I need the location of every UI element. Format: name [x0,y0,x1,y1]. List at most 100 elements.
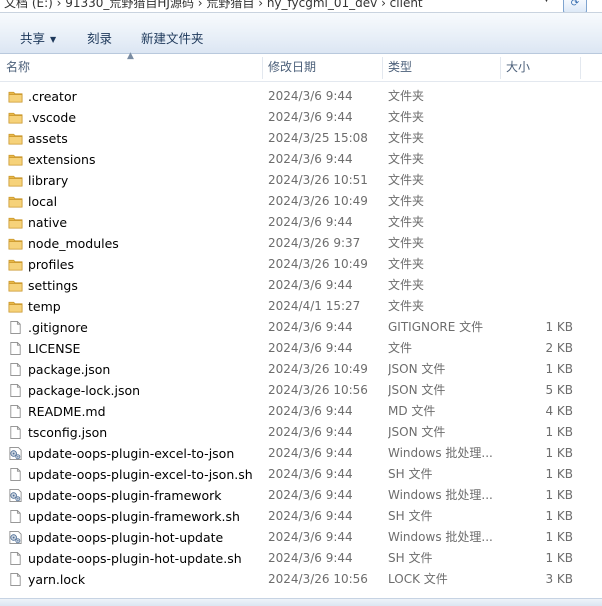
file-modified-date: 2024/3/6 9:44 [268,404,353,418]
file-name: assets [28,131,68,146]
file-name: profiles [28,257,74,272]
file-row[interactable]: .creator 2024/3/6 9:44 文件夹 [0,86,590,107]
file-name: update-oops-plugin-hot-update.sh [28,551,242,566]
file-name: update-oops-plugin-excel-to-json [28,446,235,461]
share-label: 共享 [20,31,46,46]
file-type: Windows 批处理... [388,530,493,544]
file-type: JSON 文件 [388,383,446,397]
file-row[interactable]: settings 2024/3/6 9:44 文件夹 [0,275,590,296]
command-toolbar: 共享 ▼ 刻录 新建文件夹 [0,13,602,54]
file-type: 文件夹 [388,110,425,124]
file-size [500,170,573,191]
file-size: 2 KB [545,341,573,355]
file-row[interactable]: tsconfig.json 2024/3/6 9:44 JSON 文件 1 KB [0,422,590,443]
file-row[interactable]: temp 2024/4/1 15:27 文件夹 [0,296,590,317]
file-size [500,86,573,107]
file-row[interactable]: yarn.lock 2024/3/26 10:56 LOCK 文件 3 KB [0,569,590,590]
file-modified-date: 2024/3/6 9:44 [268,215,353,229]
file-icon [8,551,23,566]
file-icon [8,467,23,482]
file-row[interactable]: native 2024/3/6 9:44 文件夹 [0,212,590,233]
file-modified-date: 2024/3/6 9:44 [268,152,353,166]
file-modified-date: 2024/4/1 15:27 [268,299,361,313]
file-row[interactable]: extensions 2024/3/6 9:44 文件夹 [0,149,590,170]
file-row[interactable]: .vscode 2024/3/6 9:44 文件夹 [0,107,590,128]
file-type: LOCK 文件 [388,572,448,586]
file-type: MD 文件 [388,404,436,418]
file-size [500,254,573,275]
file-row[interactable]: update-oops-plugin-hot-update 2024/3/6 9:… [0,527,590,548]
file-name: package.json [28,362,111,377]
file-icon [8,404,23,419]
file-row[interactable]: update-oops-plugin-framework.sh 2024/3/6 … [0,506,590,527]
file-modified-date: 2024/3/6 9:44 [268,425,353,439]
file-modified-date: 2024/3/6 9:44 [268,467,353,481]
file-name: update-oops-plugin-excel-to-json.sh [28,467,253,482]
file-modified-date: 2024/3/6 9:44 [268,341,353,355]
file-size [500,233,573,254]
file-icon [8,341,23,356]
column-header-type[interactable]: 类型 [382,54,500,81]
file-row[interactable]: update-oops-plugin-hot-update.sh 2024/3/6… [0,548,590,569]
file-name: yarn.lock [28,572,86,587]
file-modified-date: 2024/3/6 9:44 [268,320,353,334]
column-header-row: ▲ 名称 修改日期 类型 大小 [0,51,602,82]
file-type: GITIGNORE 文件 [388,320,484,334]
file-icon [8,362,23,377]
chevron-down-icon: ▼ [50,35,57,44]
burn-button[interactable]: 刻录 [87,28,112,47]
file-modified-date: 2024/3/25 15:08 [268,131,368,145]
file-modified-date: 2024/3/6 9:44 [268,278,353,292]
file-row[interactable]: README.md 2024/3/6 9:44 MD 文件 4 KB [0,401,590,422]
folder-icon [8,236,23,251]
folder-icon [8,173,23,188]
file-modified-date: 2024/3/6 9:44 [268,488,353,502]
batch-file-icon [8,530,23,545]
column-header-name[interactable]: 名称 [0,54,262,81]
new-folder-button[interactable]: 新建文件夹 [141,28,204,47]
file-row[interactable]: package-lock.json 2024/3/26 10:56 JSON 文件 5… [0,380,590,401]
file-size: 4 KB [545,404,573,418]
column-divider[interactable] [580,57,581,79]
file-type: SH 文件 [388,551,433,565]
file-name: extensions [28,152,96,167]
file-name: local [28,194,58,209]
file-type: 文件夹 [388,131,425,145]
address-bar[interactable]: 文档 (E:) › 91330_荒野猎自HJ源码 › 荒野猎自 › hy_fyc… [0,0,602,13]
file-row[interactable]: node_modules 2024/3/26 9:37 文件夹 [0,233,590,254]
file-row[interactable]: update-oops-plugin-framework 2024/3/6 9:4… [0,485,590,506]
file-name: package-lock.json [28,383,141,398]
column-header-date[interactable]: 修改日期 [262,54,382,81]
column-header-size[interactable]: 大小 [500,54,580,81]
file-name: update-oops-plugin-framework.sh [28,509,240,524]
file-row[interactable]: package.json 2024/3/26 10:49 JSON 文件 1 KB [0,359,590,380]
refresh-icon[interactable]: ⟳ [563,0,587,12]
file-icon [8,425,23,440]
file-type: JSON 文件 [388,425,446,439]
file-name: library [28,173,69,188]
file-row[interactable]: update-oops-plugin-excel-to-json 2024/3/6… [0,443,590,464]
file-modified-date: 2024/3/26 10:49 [268,194,368,208]
chevron-down-icon[interactable]: ▼ [543,0,557,12]
file-modified-date: 2024/3/6 9:44 [268,551,353,565]
file-row[interactable]: assets 2024/3/25 15:08 文件夹 [0,128,590,149]
file-name: README.md [28,404,106,419]
file-row[interactable]: LICENSE 2024/3/6 9:44 文件 2 KB [0,338,590,359]
file-type: 文件夹 [388,173,425,187]
file-size [500,296,573,317]
file-row[interactable]: .gitignore 2024/3/6 9:44 GITIGNORE 文件 1 KB [0,317,590,338]
file-type: JSON 文件 [388,362,446,376]
file-size: 1 KB [545,530,573,544]
file-row[interactable]: local 2024/3/26 10:49 文件夹 [0,191,590,212]
file-name: .vscode [28,110,77,125]
file-modified-date: 2024/3/6 9:44 [268,89,353,103]
share-button[interactable]: 共享 ▼ [20,28,56,47]
file-name: .gitignore [28,320,88,335]
address-path[interactable]: 文档 (E:) › 91330_荒野猎自HJ源码 › 荒野猎自 › hy_fyc… [4,0,423,11]
file-row[interactable]: update-oops-plugin-excel-to-json.sh 2024/… [0,464,590,485]
file-type: Windows 批处理... [388,488,493,502]
file-row[interactable]: profiles 2024/3/26 10:49 文件夹 [0,254,590,275]
folder-icon [8,299,23,314]
file-row[interactable]: library 2024/3/26 10:51 文件夹 [0,170,590,191]
file-name: .creator [28,89,77,104]
